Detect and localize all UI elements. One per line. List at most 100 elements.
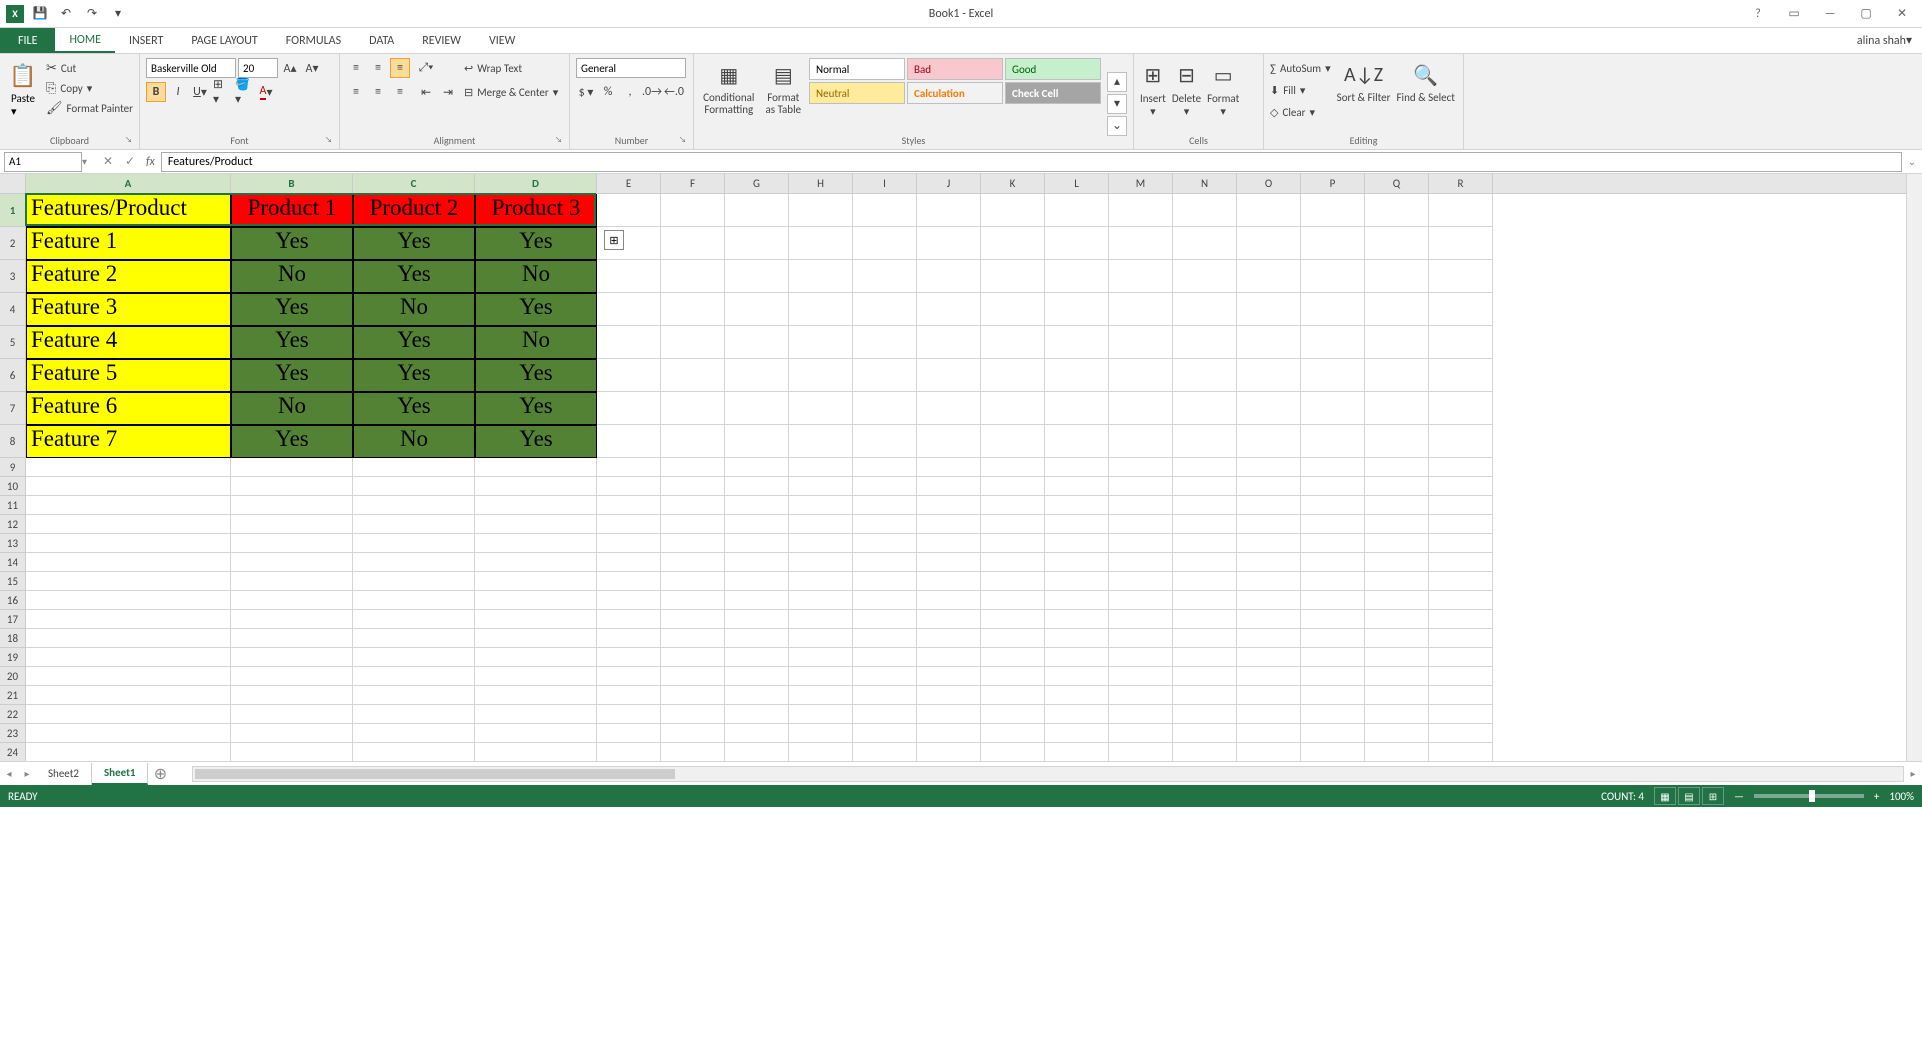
cell-N8[interactable] xyxy=(1173,425,1237,458)
align-top-button[interactable]: ≡ xyxy=(346,58,366,78)
col-header-N[interactable]: N xyxy=(1173,174,1237,193)
cell-F11[interactable] xyxy=(661,496,725,515)
cell-B7[interactable]: No xyxy=(231,392,353,425)
cell-N5[interactable] xyxy=(1173,326,1237,359)
cell-F13[interactable] xyxy=(661,534,725,553)
cell-Q17[interactable] xyxy=(1365,610,1429,629)
cell-H19[interactable] xyxy=(789,648,853,667)
cell-H13[interactable] xyxy=(789,534,853,553)
cell-E13[interactable] xyxy=(597,534,661,553)
cell-A22[interactable] xyxy=(26,705,231,724)
cell-M15[interactable] xyxy=(1109,572,1173,591)
zoom-level[interactable]: 100% xyxy=(1889,790,1914,803)
row-header-15[interactable]: 15 xyxy=(0,572,25,591)
cell-R3[interactable] xyxy=(1429,260,1493,293)
cell-A21[interactable] xyxy=(26,686,231,705)
font-color-button[interactable]: A▾ xyxy=(256,82,276,102)
cell-A12[interactable] xyxy=(26,515,231,534)
cell-N4[interactable] xyxy=(1173,293,1237,326)
comma-button[interactable]: , xyxy=(620,82,640,102)
cell-N6[interactable] xyxy=(1173,359,1237,392)
cell-E17[interactable] xyxy=(597,610,661,629)
cell-P5[interactable] xyxy=(1301,326,1365,359)
cell-I23[interactable] xyxy=(853,724,917,743)
cell-B8[interactable]: Yes xyxy=(231,425,353,458)
cell-I22[interactable] xyxy=(853,705,917,724)
styles-scroll-up[interactable]: ▴ xyxy=(1107,72,1127,92)
cell-D24[interactable] xyxy=(475,743,597,761)
cell-C10[interactable] xyxy=(353,477,475,496)
cell-G13[interactable] xyxy=(725,534,789,553)
cell-I5[interactable] xyxy=(853,326,917,359)
cell-C24[interactable] xyxy=(353,743,475,761)
cell-D5[interactable]: No xyxy=(475,326,597,359)
cell-O17[interactable] xyxy=(1237,610,1301,629)
view-page-break-button[interactable]: ⊞ xyxy=(1702,787,1724,805)
cell-Q5[interactable] xyxy=(1365,326,1429,359)
cell-K1[interactable] xyxy=(981,194,1045,227)
cell-grid[interactable]: Features/ProductProduct 1Product 2Produc… xyxy=(26,194,1906,761)
cell-E1[interactable] xyxy=(597,194,661,227)
formula-bar-expand[interactable]: ⌄ xyxy=(1902,155,1922,168)
cell-K19[interactable] xyxy=(981,648,1045,667)
cell-O15[interactable] xyxy=(1237,572,1301,591)
cell-N18[interactable] xyxy=(1173,629,1237,648)
cell-P12[interactable] xyxy=(1301,515,1365,534)
sheet-tab-sheet1[interactable]: Sheet1 xyxy=(92,763,149,785)
cell-P10[interactable] xyxy=(1301,477,1365,496)
col-header-P[interactable]: P xyxy=(1301,174,1365,193)
cell-P15[interactable] xyxy=(1301,572,1365,591)
row-header-11[interactable]: 11 xyxy=(0,496,25,515)
cell-E22[interactable] xyxy=(597,705,661,724)
copy-button[interactable]: ⎘Copy ▾ xyxy=(46,78,133,98)
cell-B21[interactable] xyxy=(231,686,353,705)
row-header-19[interactable]: 19 xyxy=(0,648,25,667)
cell-N16[interactable] xyxy=(1173,591,1237,610)
style-good[interactable]: Good xyxy=(1005,58,1101,80)
view-normal-button[interactable]: ▦ xyxy=(1654,787,1676,805)
cell-R15[interactable] xyxy=(1429,572,1493,591)
col-header-E[interactable]: E xyxy=(597,174,661,193)
cell-H17[interactable] xyxy=(789,610,853,629)
cell-H8[interactable] xyxy=(789,425,853,458)
cell-I15[interactable] xyxy=(853,572,917,591)
cell-D13[interactable] xyxy=(475,534,597,553)
clipboard-launcher[interactable]: ↘ xyxy=(125,135,135,145)
cell-F10[interactable] xyxy=(661,477,725,496)
cell-C3[interactable]: Yes xyxy=(353,260,475,293)
cell-C8[interactable]: No xyxy=(353,425,475,458)
cell-N20[interactable] xyxy=(1173,667,1237,686)
cell-F14[interactable] xyxy=(661,553,725,572)
cell-N22[interactable] xyxy=(1173,705,1237,724)
cell-R2[interactable] xyxy=(1429,227,1493,260)
cell-H1[interactable] xyxy=(789,194,853,227)
cell-K6[interactable] xyxy=(981,359,1045,392)
cell-Q21[interactable] xyxy=(1365,686,1429,705)
cell-C19[interactable] xyxy=(353,648,475,667)
cell-K24[interactable] xyxy=(981,743,1045,761)
align-middle-button[interactable]: ≡ xyxy=(368,58,388,78)
cell-N12[interactable] xyxy=(1173,515,1237,534)
cell-N21[interactable] xyxy=(1173,686,1237,705)
cell-A2[interactable]: Feature 1 xyxy=(26,227,231,260)
horizontal-scrollbar[interactable] xyxy=(192,766,1904,782)
col-header-Q[interactable]: Q xyxy=(1365,174,1429,193)
col-header-D[interactable]: D xyxy=(475,174,597,193)
cell-L6[interactable] xyxy=(1045,359,1109,392)
number-format-select[interactable] xyxy=(576,58,686,78)
cell-F17[interactable] xyxy=(661,610,725,629)
cell-F9[interactable] xyxy=(661,458,725,477)
cell-G22[interactable] xyxy=(725,705,789,724)
cell-F1[interactable] xyxy=(661,194,725,227)
cell-R21[interactable] xyxy=(1429,686,1493,705)
cell-D14[interactable] xyxy=(475,553,597,572)
cell-H3[interactable] xyxy=(789,260,853,293)
cell-F6[interactable] xyxy=(661,359,725,392)
cell-R10[interactable] xyxy=(1429,477,1493,496)
cell-B19[interactable] xyxy=(231,648,353,667)
cell-J22[interactable] xyxy=(917,705,981,724)
cell-A11[interactable] xyxy=(26,496,231,515)
cell-A3[interactable]: Feature 2 xyxy=(26,260,231,293)
cell-N2[interactable] xyxy=(1173,227,1237,260)
cell-E21[interactable] xyxy=(597,686,661,705)
